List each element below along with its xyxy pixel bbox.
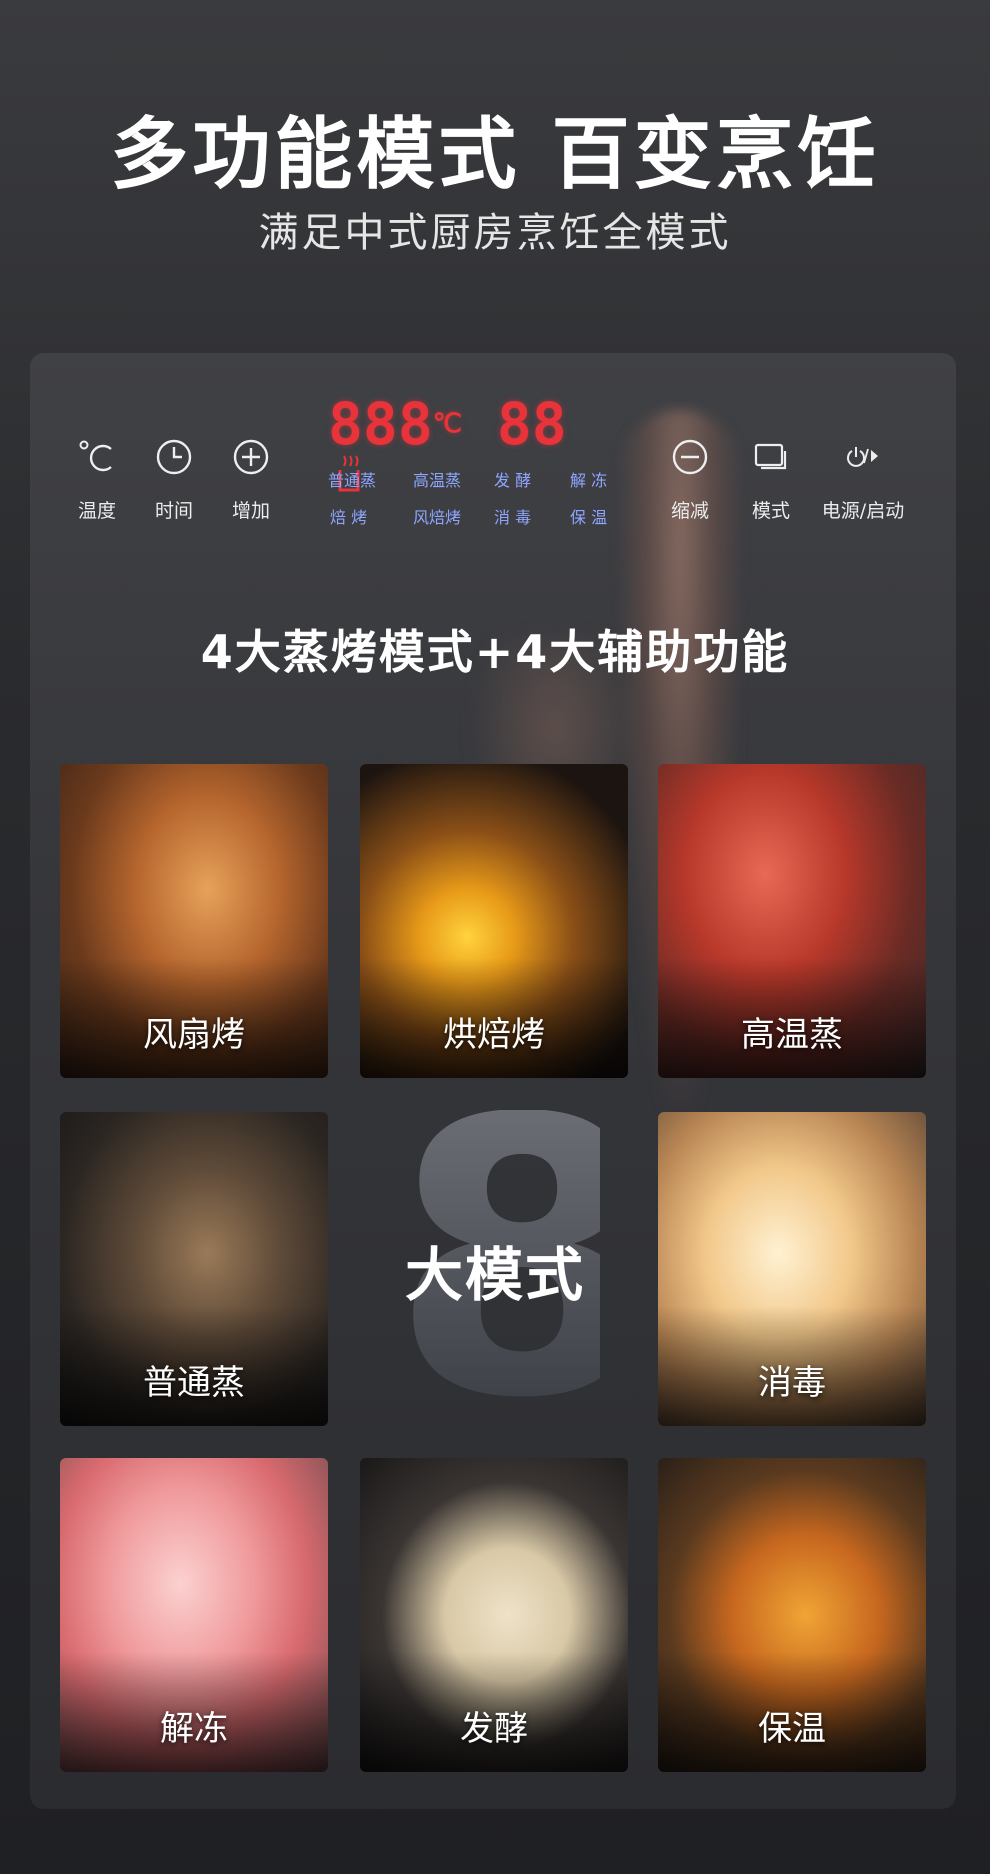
decrease-button[interactable]: 缩减 <box>645 432 735 523</box>
increase-label: 增加 <box>231 500 270 522</box>
tile-label: 保温 <box>758 1709 826 1749</box>
tile-keep-warm: 保温 <box>658 1458 926 1772</box>
tile-defrost: 解冻 <box>60 1458 328 1772</box>
mode-defrost: 解 冻 <box>570 471 608 490</box>
minus-circle-icon <box>645 432 735 482</box>
page-subtitle: 满足中式厨房烹饪全模式 <box>258 210 732 256</box>
mode-keep-warm: 保 温 <box>570 508 608 527</box>
tile-label: 风扇烤 <box>143 1015 245 1055</box>
tile-label: 发酵 <box>460 1709 528 1749</box>
page-title: 多功能模式 百变烹饪 <box>110 110 880 200</box>
mode-fan-bake: 风焙烤 <box>413 508 462 527</box>
tile-label: 消毒 <box>758 1363 826 1403</box>
mode-high-steam: 高温蒸 <box>413 471 462 490</box>
tile-bake-roast: 烘焙烤 <box>360 764 628 1078</box>
tile-fan-roast: 风扇烤 <box>60 764 328 1078</box>
tile-label: 解冻 <box>160 1709 228 1749</box>
decrease-label: 缩减 <box>670 500 709 522</box>
plus-circle-icon <box>206 432 296 482</box>
mode-normal-steam: 普通蒸 <box>328 471 377 490</box>
mode-sterilize: 消 毒 <box>494 508 532 527</box>
mode-ferment: 发 酵 <box>494 471 532 490</box>
tile-high-steam: 高温蒸 <box>658 764 926 1078</box>
temp-digits: 888 <box>328 390 433 458</box>
big-eight-label: 大模式 <box>404 1241 585 1309</box>
tile-ferment: 发酵 <box>360 1458 628 1772</box>
mode-bake: 焙 烤 <box>330 508 368 527</box>
temp-unit: ℃ <box>432 409 462 439</box>
mode-label: 模式 <box>751 500 790 522</box>
power-start-label: 电源/启动 <box>821 500 905 522</box>
tile-label: 高温蒸 <box>741 1015 843 1055</box>
power-start-icon <box>813 432 913 482</box>
mode-icon <box>726 432 816 482</box>
mode-button[interactable]: 模式 <box>726 432 816 523</box>
tile-sterilize: 消毒 <box>658 1112 926 1426</box>
power-start-button[interactable]: 电源/启动 <box>813 432 913 523</box>
modes-headline: 4大蒸烤模式+4大辅助功能 <box>200 625 790 679</box>
increase-button[interactable]: 增加 <box>206 432 296 523</box>
time-digits: 88 <box>496 390 567 458</box>
tile-label: 普通蒸 <box>143 1363 245 1403</box>
tile-normal-steam: 普通蒸 <box>60 1112 328 1426</box>
